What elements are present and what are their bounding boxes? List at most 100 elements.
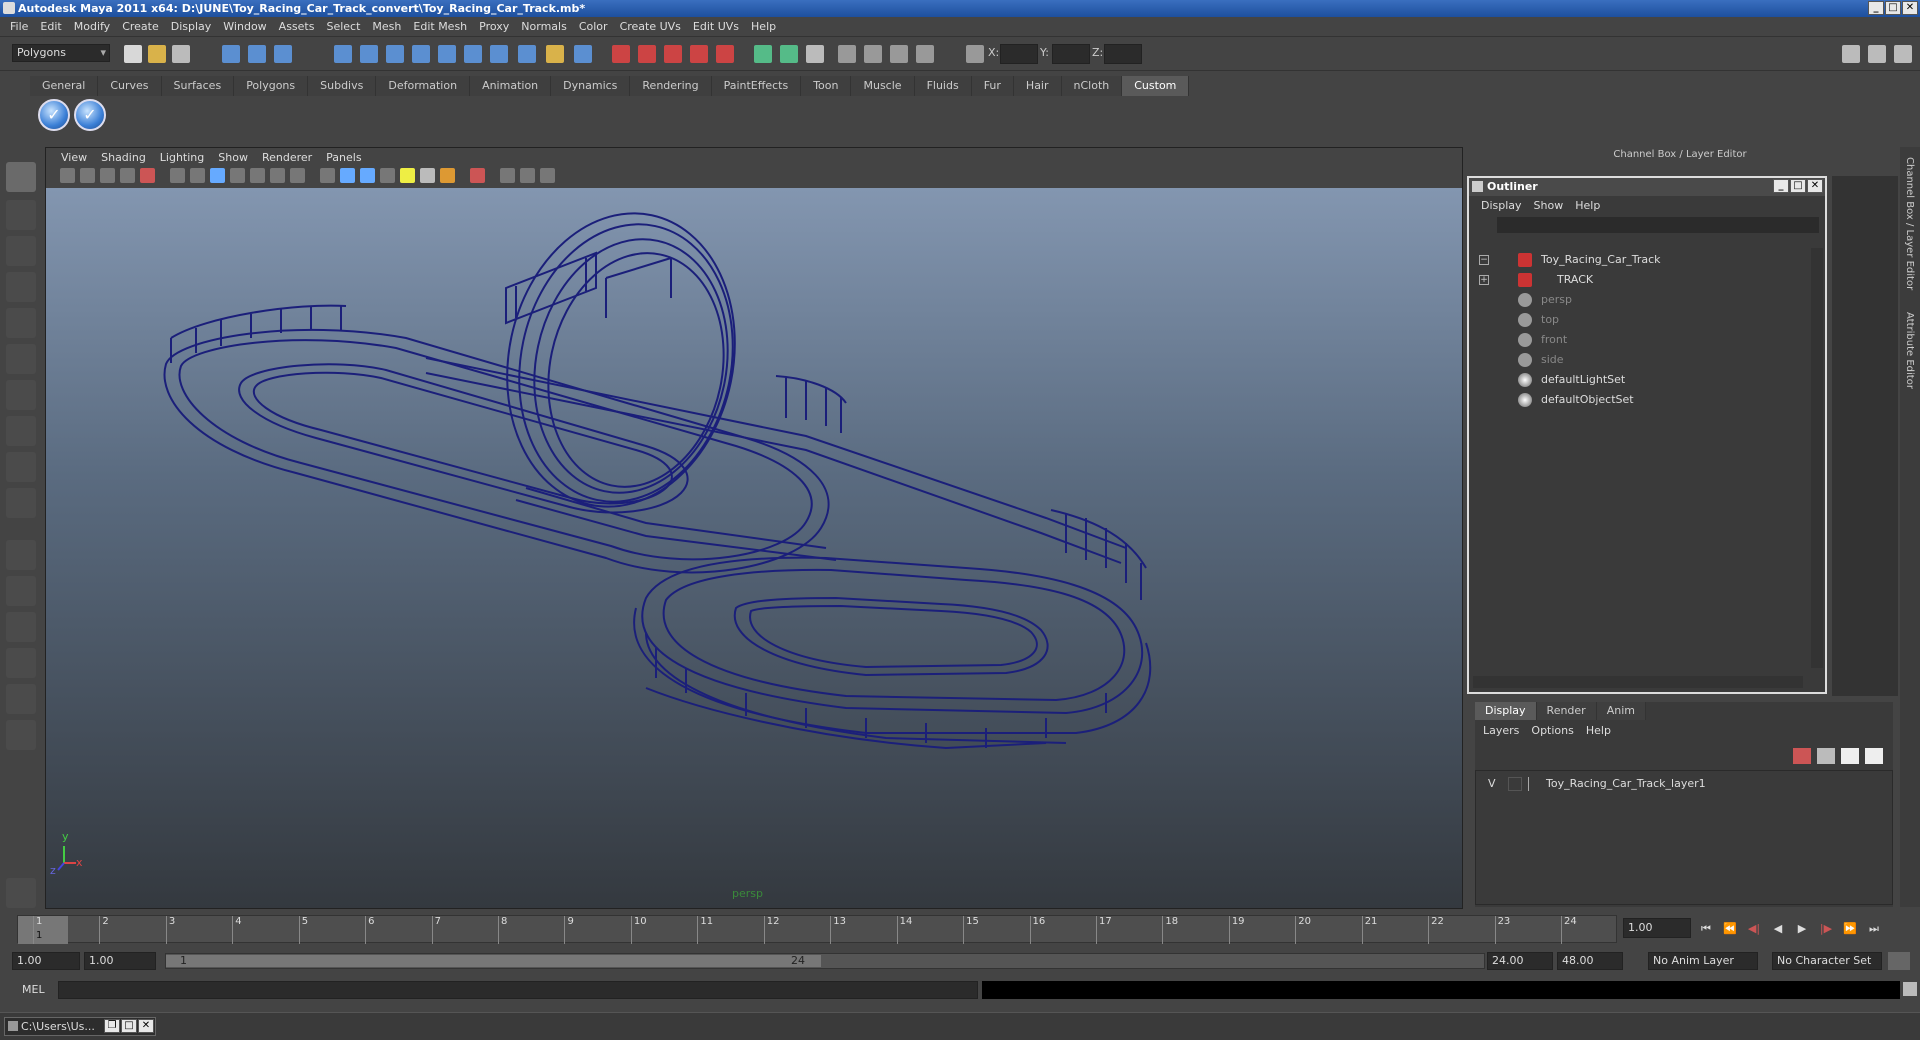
- x-field[interactable]: [1000, 44, 1038, 64]
- menu-set-selector[interactable]: Polygons ▾: [12, 44, 110, 62]
- maximize-button[interactable]: □: [121, 1019, 137, 1033]
- ipr-render-icon[interactable]: [638, 45, 656, 63]
- mel-input[interactable]: [58, 981, 978, 999]
- menu-color[interactable]: Color: [573, 20, 614, 33]
- range-slider-handle[interactable]: [166, 955, 821, 967]
- viewport-menu-shading[interactable]: Shading: [94, 151, 153, 164]
- current-time-marker[interactable]: [18, 916, 68, 944]
- isolate-select-icon[interactable]: [470, 168, 485, 183]
- tool-settings-icon[interactable]: [1894, 45, 1912, 63]
- shelf-tab-surfaces[interactable]: Surfaces: [161, 76, 235, 96]
- wireframe-on-shaded-icon[interactable]: [360, 168, 375, 183]
- shelf-tab-deformation[interactable]: Deformation: [376, 76, 471, 96]
- outliner-maximize-button[interactable]: □: [1790, 179, 1806, 193]
- menu-file[interactable]: File: [4, 20, 34, 33]
- new-scene-icon[interactable]: [124, 45, 142, 63]
- layer-menu-layers[interactable]: Layers: [1483, 724, 1531, 737]
- default-light-icon[interactable]: [400, 168, 415, 183]
- outliner-vertical-scrollbar[interactable]: [1811, 248, 1823, 668]
- current-frame-field[interactable]: 1.00: [1623, 918, 1691, 938]
- y-field[interactable]: [1052, 44, 1090, 64]
- shelf-tab-polygons[interactable]: Polygons: [234, 76, 309, 96]
- save-scene-icon[interactable]: [172, 45, 190, 63]
- render-view-icon[interactable]: [716, 45, 734, 63]
- safe-title-icon[interactable]: [290, 168, 305, 183]
- go-to-start-icon[interactable]: ⏮: [1697, 921, 1715, 937]
- list-item[interactable]: defaultObjectSet: [1473, 390, 1803, 410]
- construction-history-icon[interactable]: [490, 45, 508, 63]
- menu-create-uvs[interactable]: Create UVs: [614, 20, 687, 33]
- transform-icon[interactable]: [864, 45, 882, 63]
- menu-help[interactable]: Help: [745, 20, 782, 33]
- menu-select[interactable]: Select: [320, 20, 366, 33]
- show-manipulator-icon[interactable]: [6, 452, 36, 482]
- rotate-tool-icon[interactable]: [6, 308, 36, 338]
- play-backwards-icon[interactable]: ◀: [1769, 921, 1787, 937]
- viewport-canvas[interactable]: y x z persp: [46, 188, 1462, 908]
- maximize-button[interactable]: □: [1885, 1, 1901, 15]
- lock-icon[interactable]: [546, 45, 564, 63]
- snap-point-icon[interactable]: [386, 45, 404, 63]
- shelf-tab-painteffects[interactable]: PaintEffects: [711, 76, 802, 96]
- attribute-editor-side-tab[interactable]: Attribute Editor: [1904, 312, 1915, 389]
- play-forwards-icon[interactable]: ▶: [1793, 921, 1811, 937]
- list-item[interactable]: front: [1473, 330, 1803, 350]
- shelf-tab-ncloth[interactable]: nCloth: [1061, 76, 1123, 96]
- viewport-menu-renderer[interactable]: Renderer: [255, 151, 319, 164]
- layout-hypershade-icon[interactable]: [6, 684, 36, 714]
- xray-active-icon[interactable]: [520, 168, 535, 183]
- list-item[interactable]: − Toy_Racing_Car_Track: [1473, 250, 1803, 270]
- grid-icon[interactable]: [170, 168, 185, 183]
- animation-end-field[interactable]: 48.00: [1557, 952, 1623, 970]
- shelf-tab-subdivs[interactable]: Subdivs: [308, 76, 377, 96]
- input-name-icon[interactable]: [780, 45, 798, 63]
- list-item[interactable]: + TRACK: [1473, 270, 1803, 290]
- anim-layer-selector[interactable]: No Anim Layer: [1648, 952, 1758, 970]
- step-back-frame-icon[interactable]: ◀|: [1745, 921, 1763, 937]
- tab-display[interactable]: Display: [1475, 702, 1537, 720]
- viewport-menu-lighting[interactable]: Lighting: [153, 151, 211, 164]
- close-button[interactable]: ✕: [1902, 1, 1918, 15]
- playback-end-field[interactable]: 24.00: [1487, 952, 1553, 970]
- render-icon[interactable]: [612, 45, 630, 63]
- menu-normals[interactable]: Normals: [515, 20, 573, 33]
- layer-visibility-toggle[interactable]: V: [1488, 775, 1496, 793]
- layout-outliner-icon[interactable]: [6, 612, 36, 642]
- open-scene-icon[interactable]: [148, 45, 166, 63]
- hypershade-icon[interactable]: [690, 45, 708, 63]
- close-button[interactable]: ✕: [138, 1019, 154, 1033]
- new-layer-icon[interactable]: [1793, 748, 1811, 764]
- move-tool-icon[interactable]: [6, 272, 36, 302]
- snap-plane-icon[interactable]: [412, 45, 430, 63]
- lasso-tool-icon[interactable]: [6, 200, 36, 230]
- menu-proxy[interactable]: Proxy: [473, 20, 515, 33]
- shelf-tab-custom[interactable]: Custom: [1122, 76, 1190, 96]
- layer-menu-help[interactable]: Help: [1586, 724, 1623, 737]
- channel-box-side-tab[interactable]: Channel Box / Layer Editor: [1904, 157, 1915, 290]
- custom-shelf-check-icon[interactable]: ✓: [38, 99, 70, 131]
- layout-graph-icon[interactable]: [6, 648, 36, 678]
- layer-color-swatch[interactable]: [1528, 777, 1538, 791]
- time-slider[interactable]: 1 1 2 3 4 5 6 7 8 9 10 11 12 13 14 15 16 17 18 19 20 21 22 23 2…: [15, 913, 1620, 945]
- shelf-tab-animation[interactable]: Animation: [470, 76, 552, 96]
- all-lights-icon[interactable]: [420, 168, 435, 183]
- script-editor-icon[interactable]: [1903, 982, 1917, 996]
- menu-display[interactable]: Display: [165, 20, 218, 33]
- outliner-menu-show[interactable]: Show: [1528, 199, 1570, 212]
- help-icon[interactable]: [518, 45, 536, 63]
- viewport-menu-show[interactable]: Show: [211, 151, 255, 164]
- step-forward-frame-icon[interactable]: |▶: [1817, 921, 1835, 937]
- menu-create[interactable]: Create: [116, 20, 165, 33]
- bookmark-icon[interactable]: [100, 168, 115, 183]
- shadows-icon[interactable]: [440, 168, 455, 183]
- shelf-tab-rendering[interactable]: Rendering: [630, 76, 712, 96]
- scale-tool-icon[interactable]: [6, 344, 36, 374]
- pivot-icon[interactable]: [890, 45, 908, 63]
- shelf-tab-toon[interactable]: Toon: [801, 76, 852, 96]
- z-field[interactable]: [1104, 44, 1142, 64]
- select-hierarchy-icon[interactable]: [222, 45, 240, 63]
- go-to-end-icon[interactable]: ⏭: [1865, 921, 1883, 937]
- shelf-tab-fur[interactable]: Fur: [971, 76, 1014, 96]
- step-forward-key-icon[interactable]: ⏩: [1841, 921, 1859, 937]
- outliner-close-button[interactable]: ✕: [1807, 179, 1823, 193]
